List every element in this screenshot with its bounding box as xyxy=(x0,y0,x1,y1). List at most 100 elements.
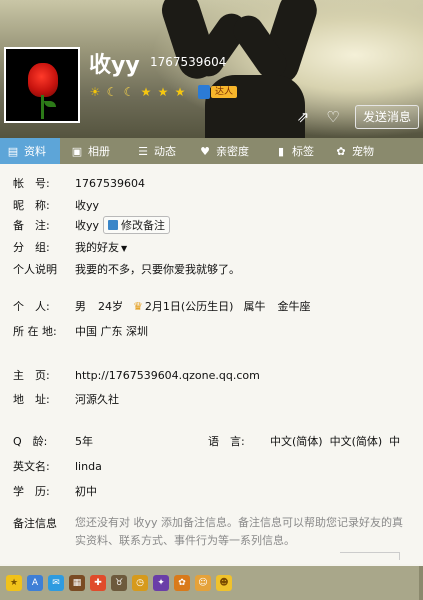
star-icon: ★ xyxy=(157,85,169,99)
homepage-label: 主 页: xyxy=(13,369,50,382)
moon-icon: ☾ xyxy=(106,85,118,99)
share-icon[interactable]: ⇗ xyxy=(292,107,314,127)
signature-value: 我要的不多，只要你爱我就够了。 xyxy=(75,263,240,276)
talent-badge[interactable]: 达人 xyxy=(198,85,238,99)
nickname-title: 收yy xyxy=(89,53,140,78)
signature-label: 个人说明 xyxy=(13,263,57,276)
language-label: 语 言: xyxy=(208,435,245,448)
account-label: 帐 号: xyxy=(13,177,50,190)
star-icon: ★ xyxy=(174,85,186,99)
language-value: 中文(简体) 中文(简体) 中 xyxy=(270,435,401,448)
location-label: 所 在 地: xyxy=(13,325,57,338)
app-icon[interactable]: A xyxy=(27,575,43,591)
badge-icon xyxy=(198,85,210,99)
tab-label: 标签 xyxy=(292,145,314,158)
constellation-value: 金牛座 xyxy=(277,300,311,313)
qage-value: 5年 xyxy=(75,435,93,448)
send-message-button[interactable]: 发送消息 xyxy=(355,105,419,129)
remark-row: 备 注: 收yy 修改备注 xyxy=(13,216,171,234)
note-text: 您还没有对 收yy 添加备注信息。备注信息可以帮助您记录好友的真实资料、联系方式… xyxy=(75,516,404,547)
moon-icon: ☾ xyxy=(123,85,135,99)
nickname-row: 昵 称: 收yy xyxy=(13,197,99,213)
profile-panel: 帐 号: 1767539604 昵 称: 收yy 备 注: 收yy 修改备注 分… xyxy=(0,164,423,564)
address-row: 地 址: 河源久社 xyxy=(13,391,119,407)
edit-icon xyxy=(108,220,119,230)
qq-number: 1767539604 xyxy=(150,55,227,69)
face-icon[interactable]: ☺ xyxy=(195,575,211,591)
pet-icon[interactable]: ✿ xyxy=(174,575,190,591)
group-label: 分 组: xyxy=(13,241,50,254)
remark-label: 备 注: xyxy=(13,219,50,232)
profile-header: 收yy 1767539604 ☀ ☾ ☾ ★ ★ ★ 达人 ⇗ ♡ 发送消息 xyxy=(0,0,423,138)
face2-icon[interactable]: ☻ xyxy=(216,575,232,591)
rose-image xyxy=(28,63,58,97)
personal-row: 个 人: 男 24岁 ♛ 2月1日(公历生日) 属牛 金牛座 xyxy=(13,298,310,314)
tab-album[interactable]: ▣ 相册 xyxy=(60,138,126,164)
tab-tags[interactable]: ▮ 标签 xyxy=(270,138,330,164)
rose-leaf xyxy=(44,101,56,107)
address-value: 河源久社 xyxy=(75,393,119,406)
photo-icon: ▣ xyxy=(71,144,83,158)
homepage-link[interactable]: http://1767539604.qzone.qq.com xyxy=(75,369,260,382)
app-bar-edge xyxy=(419,566,423,600)
note-row: 备注信息 xyxy=(13,515,75,531)
feed-icon: ☰ xyxy=(138,144,148,158)
profile-card-icon: ▤ xyxy=(7,144,19,158)
gender-value: 男 xyxy=(75,300,86,313)
tab-label: 资料 xyxy=(24,145,46,158)
group-dropdown[interactable]: 我的好友 ▼ xyxy=(75,239,127,255)
tab-bar: ▤ 资料 ▣ 相册 ☰ 动态 ♥ 亲密度 ▮ 标签 ✿ 宠物 xyxy=(0,138,423,164)
chevron-down-icon: ▼ xyxy=(121,244,128,253)
qage-row: Q 龄: 5年 xyxy=(13,433,93,449)
mail-icon[interactable]: ✉ xyxy=(48,575,64,591)
clock-icon[interactable]: ◷ xyxy=(132,575,148,591)
badge-label: 达人 xyxy=(211,86,238,98)
pet-icon: ✿ xyxy=(336,144,346,158)
gift-icon[interactable]: ✚ xyxy=(90,575,106,591)
bookmark-icon: ▮ xyxy=(277,144,285,158)
crown-icon: ♛ xyxy=(133,299,143,313)
tab-label: 宠物 xyxy=(352,145,374,158)
qq-level-indicator[interactable]: ☀ ☾ ☾ ★ ★ ★ 达人 xyxy=(88,85,238,99)
cow-icon[interactable]: ♉ xyxy=(111,575,127,591)
homepage-row: 主 页: http://1767539604.qzone.qq.com xyxy=(13,367,260,383)
account-value: 1767539604 xyxy=(75,176,145,190)
personal-label: 个 人: xyxy=(13,300,50,313)
heart-icon: ♥ xyxy=(200,144,210,158)
remark-value: 收yy xyxy=(75,219,100,232)
add-favorite-icon[interactable]: ♡ xyxy=(322,107,344,127)
tab-label: 相册 xyxy=(88,145,110,158)
app-bar: ★ A ✉ ▦ ✚ ♉ ◷ ✦ ✿ ☺ ☻ xyxy=(0,566,423,600)
education-row: 学 历: 初中 xyxy=(13,483,97,499)
edit-remark-button[interactable]: 修改备注 xyxy=(103,216,171,234)
group-value: 我的好友 xyxy=(75,241,119,254)
address-label: 地 址: xyxy=(13,393,50,406)
note-label: 备注信息 xyxy=(13,517,57,530)
avatar[interactable] xyxy=(4,47,80,123)
tab-label: 亲密度 xyxy=(216,145,249,158)
note-edit-box[interactable] xyxy=(340,552,400,560)
tab-profile[interactable]: ▤ 资料 xyxy=(0,138,60,164)
star-icon[interactable]: ★ xyxy=(6,575,22,591)
game-icon[interactable]: ▦ xyxy=(69,575,85,591)
education-value: 初中 xyxy=(75,485,97,498)
language-row: 语 言: 中文(简体) 中文(简体) 中 xyxy=(208,433,400,449)
tab-label: 动态 xyxy=(154,145,176,158)
nickname-value: 收yy xyxy=(75,199,100,212)
group-row: 分 组: 我的好友 ▼ xyxy=(13,239,127,255)
birthday-value: 2月1日(公历生日) xyxy=(144,300,234,313)
edit-remark-label: 修改备注 xyxy=(121,219,166,232)
tab-feed[interactable]: ☰ 动态 xyxy=(126,138,192,164)
magic-icon[interactable]: ✦ xyxy=(153,575,169,591)
education-label: 学 历: xyxy=(13,485,50,498)
location-value: 中国 广东 深圳 xyxy=(75,325,148,338)
sun-icon: ☀ xyxy=(89,85,101,99)
tab-pet[interactable]: ✿ 宠物 xyxy=(330,138,423,164)
english-name-value: linda xyxy=(75,459,102,473)
english-name-label: 英文名: xyxy=(13,460,50,473)
tab-intimacy[interactable]: ♥ 亲密度 xyxy=(192,138,270,164)
location-row: 所 在 地: 中国 广东 深圳 xyxy=(13,323,148,339)
nickname-label: 昵 称: xyxy=(13,199,50,212)
account-row: 帐 号: 1767539604 xyxy=(13,175,145,191)
star-icon: ★ xyxy=(140,85,152,99)
